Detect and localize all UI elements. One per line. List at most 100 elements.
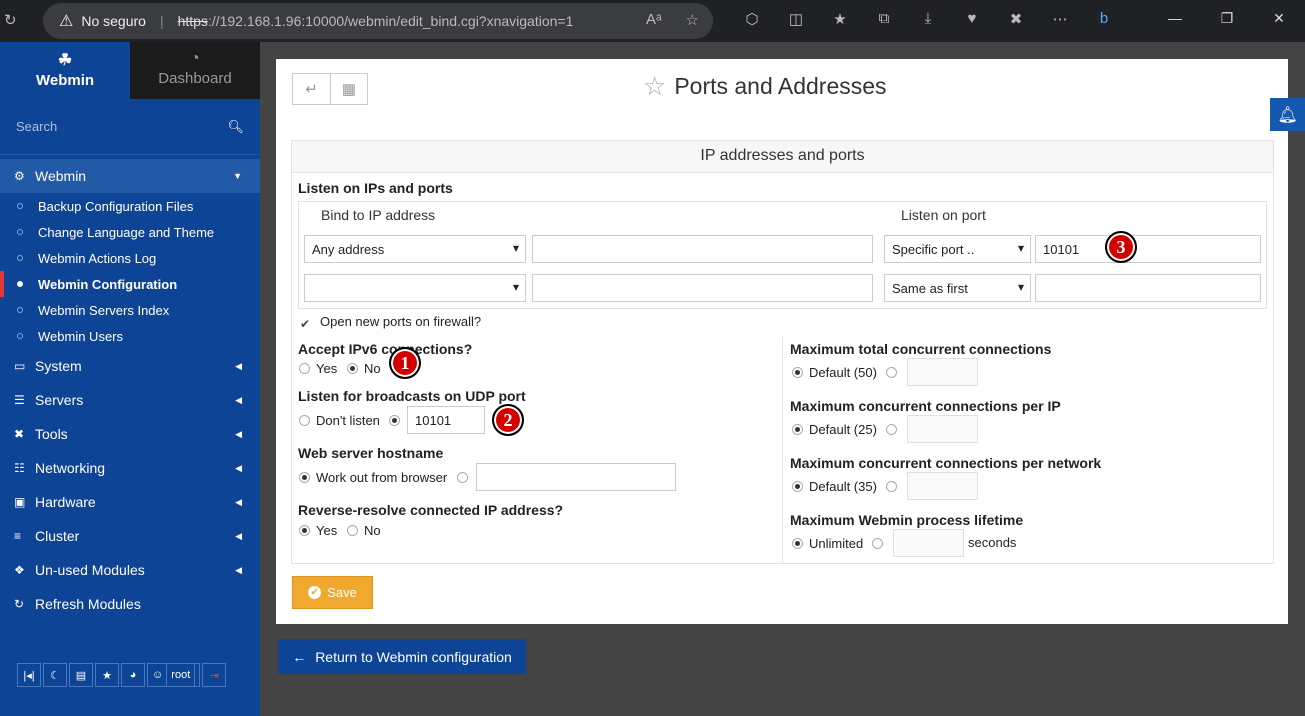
terminal-icon[interactable]: ▤ xyxy=(69,663,93,687)
sidebar-category-webmin[interactable]: ⚙ Webmin ▼ xyxy=(0,159,260,193)
sidebar-item-servers-index[interactable]: Webmin Servers Index xyxy=(0,297,260,323)
gear-icon: ⚙ xyxy=(14,169,25,183)
user-button[interactable]: ☺ root xyxy=(147,663,201,687)
webmin-logo-icon: ☘ xyxy=(57,52,73,69)
sidebar-item-backup[interactable]: Backup Configuration Files xyxy=(0,193,260,219)
search-icon[interactable]: 🔍︎ xyxy=(227,119,244,135)
max-total-custom-radio[interactable] xyxy=(886,365,903,380)
lifetime-custom-radio[interactable] xyxy=(872,536,889,551)
max-ip-default-radio[interactable]: Default (25) xyxy=(792,422,877,437)
max-total-input[interactable] xyxy=(907,358,978,386)
address-bar[interactable]: ⚠ No seguro | https://192.168.1.96:10000… xyxy=(43,3,713,39)
sidebar-category-hardware[interactable]: ▣ Hardware ◀ xyxy=(0,485,260,519)
save-button[interactable]: ✔ Save xyxy=(292,576,373,609)
ip-ports-section: IP addresses and ports Listen on IPs and… xyxy=(291,140,1274,564)
max-ip-input[interactable] xyxy=(907,415,978,443)
max-total-label: Maximum total concurrent connections xyxy=(790,341,1052,357)
address-select-1[interactable]: Any address xyxy=(304,235,526,263)
port-input-2[interactable] xyxy=(1035,274,1261,302)
search-input[interactable]: Search xyxy=(16,119,57,134)
udp-port-input[interactable]: 10101 xyxy=(407,406,485,434)
ipv6-yes-radio[interactable]: Yes xyxy=(299,361,337,376)
reload-icon[interactable]: ↻ xyxy=(4,11,17,29)
firewall-checkbox[interactable]: ✔ Open new ports on firewall? xyxy=(300,314,481,331)
reverse-no-radio[interactable]: No xyxy=(347,523,381,538)
return-button[interactable]: ← Return to Webmin configuration xyxy=(278,639,526,674)
port-input-1[interactable]: 10101 xyxy=(1035,235,1261,263)
favorites-icon[interactable]: ★ xyxy=(818,10,862,28)
sidebar-item-users[interactable]: Webmin Users xyxy=(0,323,260,349)
hostname-label: Web server hostname xyxy=(298,445,444,461)
favorite-star-icon[interactable]: ☆ xyxy=(643,71,666,102)
address-select-2[interactable] xyxy=(304,274,526,302)
profile-icon[interactable]: ✖ xyxy=(994,10,1038,28)
laptop-icon: ▭ xyxy=(14,359,26,373)
hostname-custom-radio[interactable] xyxy=(457,470,474,485)
palette-icon[interactable]: ◕ xyxy=(121,663,145,687)
max-net-custom-radio[interactable] xyxy=(886,479,903,494)
max-net-input[interactable] xyxy=(907,472,978,500)
udp-port-radio[interactable] xyxy=(389,413,406,428)
main-content: ↵ ▦ ☆ Ports and Addresses IP addresses a… xyxy=(260,42,1305,716)
max-ip-custom-radio[interactable] xyxy=(886,422,903,437)
lifetime-input[interactable] xyxy=(893,529,964,557)
column-divider xyxy=(782,337,783,564)
split-screen-icon[interactable]: ◫ xyxy=(774,10,818,28)
copilot-icon[interactable]: b xyxy=(1082,10,1126,28)
url-text: https://192.168.1.96:10000/webmin/edit_b… xyxy=(177,13,574,29)
reverse-yes-radio[interactable]: Yes xyxy=(299,523,337,538)
tab-dashboard[interactable]: ◔ Dashboard xyxy=(130,42,260,99)
checkmark-icon: ✔ xyxy=(300,317,311,331)
minimize-icon[interactable]: — xyxy=(1149,10,1201,27)
favorite-star-icon[interactable]: ☆ xyxy=(686,11,699,29)
hostname-auto-radio[interactable]: Work out from browser xyxy=(299,470,447,485)
tab-webmin[interactable]: ☘ Webmin xyxy=(0,42,130,99)
close-icon[interactable]: ✕ xyxy=(1253,10,1305,27)
extensions-icon[interactable]: ⬡ xyxy=(730,10,774,28)
content-panel: ↵ ▦ ☆ Ports and Addresses IP addresses a… xyxy=(276,59,1288,624)
page-title: ☆ Ports and Addresses xyxy=(643,71,887,102)
more-icon[interactable]: ⋯ xyxy=(1038,10,1082,28)
sidebar-category-tools[interactable]: ✖ Tools ◀ xyxy=(0,417,260,451)
favorites-star-icon[interactable]: ★ xyxy=(95,663,119,687)
night-mode-icon[interactable]: ☾ xyxy=(43,663,67,687)
udp-dont-listen-radio[interactable]: Don't listen xyxy=(299,413,380,428)
sidebar-category-networking[interactable]: ☷ Networking ◀ xyxy=(0,451,260,485)
back-arrow-icon[interactable]: ↵ xyxy=(293,74,330,104)
sidebar-category-cluster[interactable]: ≡ Cluster ◀ xyxy=(0,519,260,553)
grid-icon[interactable]: ▦ xyxy=(330,74,367,104)
col-bind-header: Bind to IP address xyxy=(321,207,436,223)
max-net-label: Maximum concurrent connections per netwo… xyxy=(790,455,1102,471)
security-label: No seguro xyxy=(81,13,146,29)
read-aloud-icon[interactable]: Aᵃ xyxy=(646,11,662,29)
sidebar-refresh-modules[interactable]: ↻ Refresh Modules xyxy=(0,587,260,621)
max-total-default-radio[interactable]: Default (50) xyxy=(792,365,877,380)
lifetime-unlimited-radio[interactable]: Unlimited xyxy=(792,536,863,551)
layers-icon: ≡ xyxy=(14,529,22,543)
address-input-2[interactable] xyxy=(532,274,873,302)
collapse-sidebar-icon[interactable]: |◂| xyxy=(17,663,41,687)
downloads-icon[interactable]: ⤓ xyxy=(906,10,950,28)
sidebar-category-unused[interactable]: ❖ Un-used Modules ◀ xyxy=(0,553,260,587)
arrow-left-icon: ← xyxy=(292,648,307,665)
performance-icon[interactable]: ♥ xyxy=(950,10,994,28)
sidebar-category-system[interactable]: ▭ System ◀ xyxy=(0,349,260,383)
hostname-input[interactable] xyxy=(476,463,676,491)
warning-icon: ⚠ xyxy=(59,13,74,30)
ipv6-label: Accept IPv6 connections? xyxy=(298,341,473,357)
notification-bell-icon[interactable]: 🔔︎ xyxy=(1270,98,1305,131)
address-input-1[interactable] xyxy=(532,235,873,263)
collections-icon[interactable]: ⧉ xyxy=(862,10,906,28)
logout-icon[interactable]: ⇥ xyxy=(202,663,227,687)
sidebar-item-webmin-config[interactable]: Webmin Configuration xyxy=(0,271,260,297)
port-select-2[interactable]: Same as first xyxy=(884,274,1031,302)
sidebar-category-servers[interactable]: ☰ Servers ◀ xyxy=(0,383,260,417)
sidebar-item-language[interactable]: Change Language and Theme xyxy=(0,219,260,245)
port-select-1[interactable]: Specific port .. xyxy=(884,235,1031,263)
restore-icon[interactable]: ❐ xyxy=(1201,10,1253,27)
hdd-icon: ▣ xyxy=(14,495,26,509)
ipv6-no-radio[interactable]: No xyxy=(347,361,381,376)
sidebar-search[interactable]: Search 🔍︎ xyxy=(0,99,260,155)
max-net-default-radio[interactable]: Default (35) xyxy=(792,479,877,494)
sidebar-item-actions-log[interactable]: Webmin Actions Log xyxy=(0,245,260,271)
